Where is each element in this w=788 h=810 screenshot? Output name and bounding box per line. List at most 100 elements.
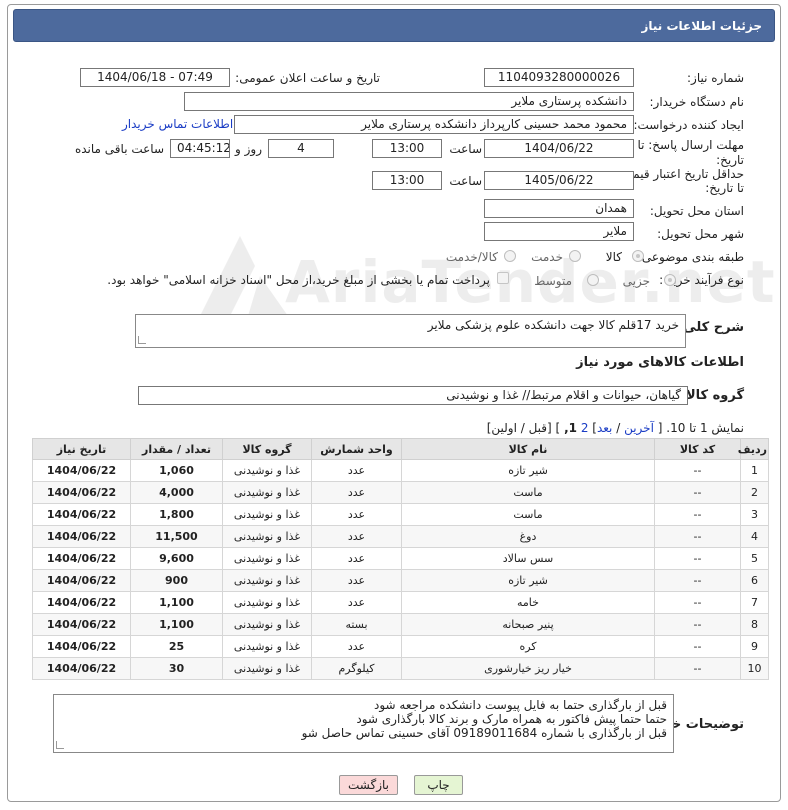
days-remaining-field: 4 [268, 139, 334, 158]
city-field: ملایر [484, 222, 634, 241]
cell-item-code: -- [654, 525, 741, 548]
cell-unit: عدد [311, 569, 402, 592]
buyer-note-line: قبل از بارگذاری حتما به فایل پیوست دانشک… [373, 698, 667, 712]
announce-date-label: تاریخ و ساعت اعلان عمومی: [235, 71, 380, 85]
goods-table-wrap: ردیف کد کالا نام کالا واحد شمارش گروه کا… [32, 438, 769, 680]
goods-info-title: اطلاعات کالاهای مورد نیاز [576, 355, 744, 370]
cell-item-code: -- [654, 503, 741, 526]
cell-row-number: 10 [740, 657, 769, 680]
print-button[interactable]: چاپ [414, 775, 463, 795]
buyer-note-line: حتما حتما پیش فاکتور به همراه مارک و برن… [356, 712, 667, 726]
table-row: 5 -- سس سالاد عدد غذا و نوشیدنی 9,600 1404/06/… [32, 547, 769, 570]
cell-unit: عدد [311, 635, 402, 658]
cell-item-name: شیر تازه [401, 459, 655, 482]
cell-unit: عدد [311, 481, 402, 504]
price-validity-date-field: 1405/06/22 [484, 171, 634, 190]
cell-item-code: -- [654, 613, 741, 636]
purchase-radio-medium[interactable] [587, 274, 599, 286]
cell-quantity: 9,600 [130, 547, 223, 570]
cell-item-code: -- [654, 459, 741, 482]
province-label: استان محل تحویل: [649, 204, 744, 218]
cell-group: غذا و نوشیدنی [222, 481, 312, 504]
cell-quantity: 1,100 [130, 591, 223, 614]
cell-group: غذا و نوشیدنی [222, 459, 312, 482]
announce-date-field: 1404/06/18 - 07:49 [80, 68, 230, 87]
pagination-current-page: 1, [564, 421, 577, 435]
contact-info-link[interactable]: اطلاعات تماس خریدار [122, 117, 233, 131]
cell-quantity: 1,060 [130, 459, 223, 482]
deadline-label-date: تاریخ: [716, 153, 744, 167]
cell-item-name: ماست [401, 503, 655, 526]
cell-row-number: 8 [740, 613, 769, 636]
description-textarea: خرید 17قلم کالا جهت دانشکده علوم پزشکی م… [135, 314, 686, 348]
cell-row-number: 6 [740, 569, 769, 592]
cell-need-date: 1404/06/22 [32, 547, 131, 570]
cell-unit: عدد [311, 591, 402, 614]
cell-need-date: 1404/06/22 [32, 591, 131, 614]
cell-quantity: 30 [130, 657, 223, 680]
pagination-page-2-link[interactable]: 2 [581, 421, 589, 435]
category-radio-service[interactable] [569, 250, 581, 262]
cell-item-name: پنیر صبحانه [401, 613, 655, 636]
goods-group-label: گروه کالا: [680, 388, 744, 403]
pagination: نمایش 1 تا 10. [ آخرین / بعد] 2 1, ] [قب… [486, 421, 744, 435]
price-validity-label: حداقل تاریخ اعتبار قیمت: [617, 167, 744, 181]
requester-label: ایجاد کننده درخواست: [633, 118, 744, 132]
category-radio-goods[interactable] [632, 250, 644, 262]
table-row: 10 -- خیار ریز خیارشوری کیلوگرم غذا و نوشیدن… [32, 657, 769, 680]
price-validity-time-field: 13:00 [372, 171, 442, 190]
requester-field: محمود محمد حسینی کارپرداز دانشکده پرستار… [234, 115, 634, 134]
cell-item-name: خیار ریز خیارشوری [401, 657, 655, 680]
table-row: 4 -- دوغ عدد غذا و نوشیدنی 11,500 1404/06/22 [32, 525, 769, 548]
deadline-time-field: 13:00 [372, 139, 442, 158]
purchase-radio-minor[interactable] [664, 274, 676, 286]
header-unit: واحد شمارش [311, 438, 402, 460]
cell-quantity: 900 [130, 569, 223, 592]
price-validity-label-date: تا تاریخ: [705, 181, 744, 195]
cell-row-number: 3 [740, 503, 769, 526]
purchase-option-minor: جزیی [622, 274, 650, 288]
cell-need-date: 1404/06/22 [32, 525, 131, 548]
treasury-note: پرداخت تمام یا بخشی از مبلغ خرید،از محل … [107, 273, 490, 287]
cell-item-code: -- [654, 591, 741, 614]
cell-unit: عدد [311, 459, 402, 482]
deadline-label: مهلت ارسال پاسخ: تا [637, 138, 744, 152]
pagination-last-link[interactable]: آخرین [624, 421, 654, 435]
cell-group: غذا و نوشیدنی [222, 503, 312, 526]
goods-table: ردیف کد کالا نام کالا واحد شمارش گروه کا… [32, 438, 769, 680]
purchase-option-medium: متوسط [534, 274, 572, 288]
cell-group: غذا و نوشیدنی [222, 569, 312, 592]
cell-row-number: 9 [740, 635, 769, 658]
cell-group: غذا و نوشیدنی [222, 591, 312, 614]
notes-resize-handle-icon[interactable] [56, 741, 64, 749]
province-field: همدان [484, 199, 634, 218]
buyer-note-line: قبل از بارگذاری با شماره 09189011684 آقا… [301, 726, 667, 740]
cell-quantity: 4,000 [130, 481, 223, 504]
back-button[interactable]: بازگشت [339, 775, 398, 795]
table-row: 3 -- ماست عدد غذا و نوشیدنی 1,800 1404/06/22 [32, 503, 769, 526]
remaining-time-field: 04:45:12 [170, 139, 230, 158]
category-radio-goods-service[interactable] [504, 250, 516, 262]
buyer-org-label: نام دستگاه خریدار: [649, 95, 745, 109]
description-text: خرید 17قلم کالا جهت دانشکده علوم پزشکی م… [427, 318, 679, 332]
header-need-date: تاریخ نیاز [32, 438, 131, 460]
cell-need-date: 1404/06/22 [32, 503, 131, 526]
cell-group: غذا و نوشیدنی [222, 613, 312, 636]
cell-row-number: 5 [740, 547, 769, 570]
treasury-checkbox[interactable] [497, 272, 509, 284]
cell-item-code: -- [654, 635, 741, 658]
remaining-time-label: ساعت باقی مانده [74, 142, 164, 156]
cell-need-date: 1404/06/22 [32, 569, 131, 592]
cell-group: غذا و نوشیدنی [222, 547, 312, 570]
pagination-next-link[interactable]: بعد [597, 421, 612, 435]
cell-group: غذا و نوشیدنی [222, 525, 312, 548]
cell-quantity: 1,100 [130, 613, 223, 636]
goods-group-field: گیاهان، حیوانات و اقلام مرتبط// غذا و نو… [138, 386, 688, 405]
resize-handle-icon[interactable] [138, 336, 146, 344]
table-row: 7 -- خامه عدد غذا و نوشیدنی 1,100 1404/06/22 [32, 591, 769, 614]
buyer-org-field: دانشکده پرستاری ملایر [184, 92, 634, 111]
table-header-row: ردیف کد کالا نام کالا واحد شمارش گروه کا… [32, 438, 769, 460]
table-row: 6 -- شیر تازه عدد غذا و نوشیدنی 900 1404/06/22 [32, 569, 769, 592]
cell-item-code: -- [654, 569, 741, 592]
header-item-name: نام کالا [401, 438, 655, 460]
